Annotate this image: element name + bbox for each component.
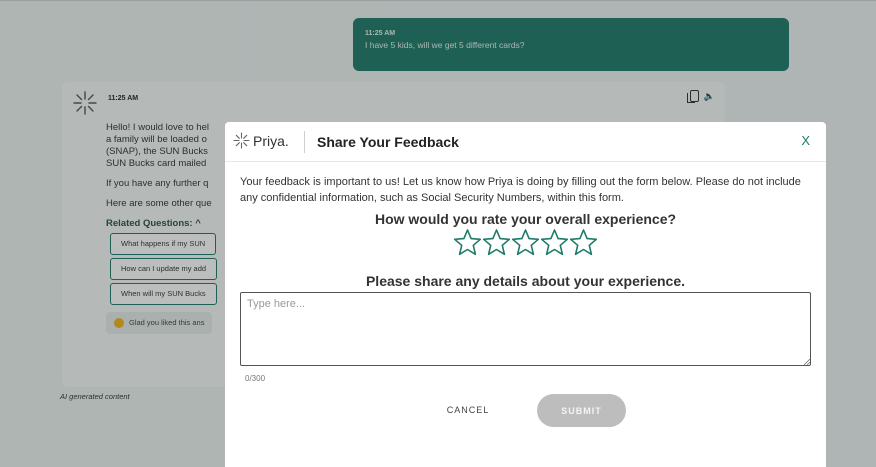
feedback-intro-text: Your feedback is important to us! Let us… [240,176,801,204]
cancel-button[interactable]: CANCEL [430,397,506,423]
feedback-dialog: Priya. Share Your Feedback X Your feedba… [225,122,826,467]
brand-name: Priya. [253,132,289,149]
star-icon[interactable] [482,228,511,257]
character-counter: 0/300 [245,374,266,383]
star-icon[interactable] [540,228,569,257]
star-rating [225,228,826,257]
star-icon[interactable] [569,228,598,257]
header-divider [304,131,305,153]
priya-logo: Priya. [233,132,289,149]
resize-handle-icon[interactable] [804,359,810,365]
feedback-dialog-header: Priya. Share Your Feedback X [225,122,826,162]
submit-button[interactable]: SUBMIT [537,394,626,427]
close-button[interactable]: X [801,133,810,148]
priya-star-icon [233,132,250,149]
details-question: Please share any details about your expe… [365,273,686,289]
chat-background: 11:25 AM I have 5 kids, will we get 5 di… [0,0,876,467]
star-icon[interactable] [511,228,540,257]
rating-question: How would you rate your overall experien… [374,211,677,227]
star-icon[interactable] [453,228,482,257]
dialog-title: Share Your Feedback [317,134,459,150]
details-textarea[interactable] [240,292,811,366]
